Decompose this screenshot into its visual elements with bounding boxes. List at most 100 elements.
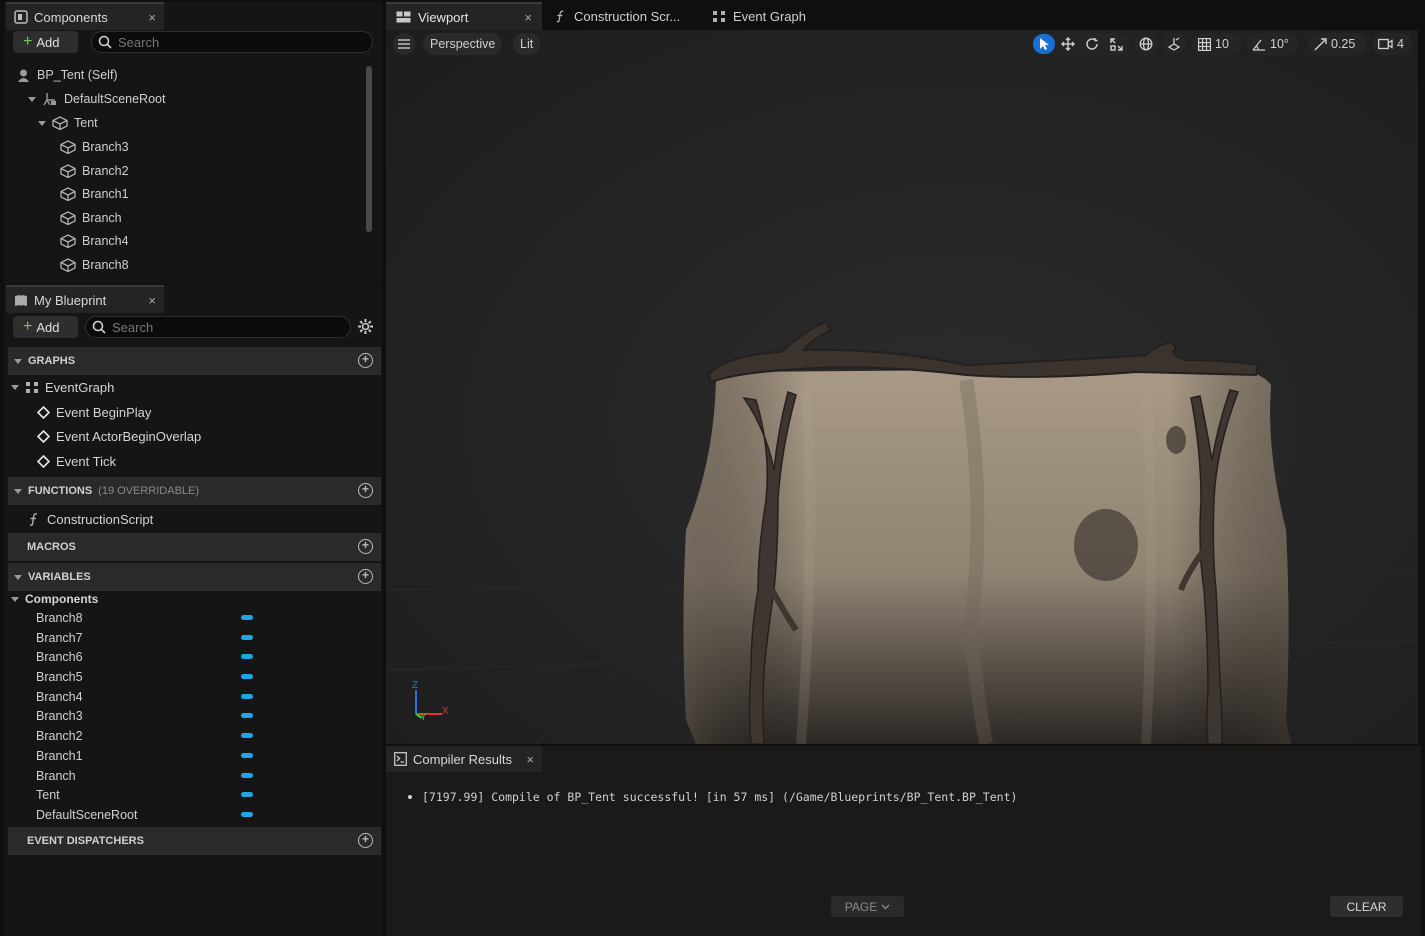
- close-icon[interactable]: ×: [524, 10, 532, 25]
- tree-label: Branch1: [82, 187, 129, 201]
- grid-snap-group[interactable]: 10: [1192, 33, 1242, 55]
- tab-label: Viewport: [418, 9, 469, 25]
- event-dispatchers-section-header[interactable]: EVENT DISPATCHERS +: [8, 827, 381, 855]
- chevron-down-icon[interactable]: [11, 596, 19, 602]
- rotation-snap-group[interactable]: 10°: [1246, 33, 1298, 55]
- function-label: ConstructionScript: [47, 511, 154, 527]
- variable-label: Branch6: [36, 649, 83, 664]
- variable-item[interactable]: Branch3: [36, 706, 266, 725]
- add-function-icon[interactable]: +: [358, 483, 373, 498]
- page-label: PAGE: [844, 899, 878, 914]
- view-mode-button[interactable]: Lit: [513, 33, 541, 55]
- add-dispatcher-icon[interactable]: +: [358, 833, 373, 848]
- rotate-tool[interactable]: [1081, 34, 1103, 54]
- axis-y-label: Y: [420, 712, 427, 723]
- close-icon[interactable]: ×: [526, 752, 534, 767]
- tree-item-branch[interactable]: Branch3: [60, 136, 129, 158]
- variable-item[interactable]: DefaultSceneRoot: [36, 805, 266, 824]
- close-icon[interactable]: ×: [148, 10, 156, 25]
- tree-label: BP_Tent (Self): [37, 68, 118, 82]
- world-space-button[interactable]: [1137, 34, 1155, 54]
- event-item[interactable]: Event BeginPlay: [37, 401, 151, 423]
- event-item[interactable]: Event ActorBeginOverlap: [37, 425, 201, 447]
- add-member-button[interactable]: + Add: [13, 316, 78, 338]
- tree-item-branch[interactable]: Branch4: [60, 230, 129, 252]
- tree-item-branch[interactable]: Branch2: [60, 160, 129, 182]
- variable-group-components[interactable]: Components: [11, 588, 98, 610]
- tab-viewport[interactable]: Viewport ×: [386, 2, 542, 30]
- viewport-options-button[interactable]: [393, 33, 415, 55]
- variable-item[interactable]: Branch5: [36, 667, 266, 686]
- add-macro-icon[interactable]: +: [358, 539, 373, 554]
- add-graph-icon[interactable]: +: [358, 353, 373, 368]
- tree-item-bp-tent-self[interactable]: BP_Tent (Self): [16, 64, 118, 86]
- variables-section-header[interactable]: VARIABLES +: [8, 563, 381, 591]
- variable-item[interactable]: Branch: [36, 766, 266, 785]
- variable-item[interactable]: Branch8: [36, 608, 266, 627]
- gear-icon[interactable]: [357, 318, 374, 335]
- actor-icon: [16, 68, 31, 83]
- chevron-down-icon[interactable]: [28, 96, 36, 102]
- tab-construction-script[interactable]: Construction Scr...: [544, 2, 699, 30]
- chevron-down-icon[interactable]: [38, 120, 46, 126]
- tree-item-branch[interactable]: Branch1: [60, 183, 129, 205]
- overridable-count: (19 OVERRIDABLE): [98, 485, 200, 497]
- components-icon: [14, 10, 28, 24]
- translate-tool[interactable]: [1057, 34, 1079, 54]
- add-variable-icon[interactable]: +: [358, 569, 373, 584]
- clear-button[interactable]: CLEAR: [1330, 896, 1403, 917]
- variable-item[interactable]: Tent: [36, 785, 266, 804]
- select-tool[interactable]: [1033, 34, 1055, 54]
- graphs-section-header[interactable]: GRAPHS +: [8, 347, 381, 375]
- compiler-message: [7197.99] Compile of BP_Tent successful!…: [408, 790, 1017, 804]
- tab-components[interactable]: Components ×: [6, 2, 164, 30]
- components-search-input[interactable]: Search: [91, 31, 373, 53]
- variable-item[interactable]: Branch6: [36, 647, 266, 666]
- variable-label: DefaultSceneRoot: [36, 807, 138, 822]
- perspective-button[interactable]: Perspective: [423, 33, 503, 55]
- static-mesh-icon: [60, 258, 76, 272]
- tree-item-branch[interactable]: Branch8: [60, 254, 129, 276]
- function-item-construction-script[interactable]: ConstructionScript: [27, 508, 153, 530]
- tree-item-branch[interactable]: Branch: [60, 207, 122, 229]
- variable-label: Branch: [36, 768, 76, 783]
- variable-item[interactable]: Branch7: [36, 628, 266, 647]
- blueprint-search-input[interactable]: Search: [85, 316, 351, 338]
- scale-tool[interactable]: [1105, 34, 1127, 54]
- static-mesh-icon: [60, 140, 76, 154]
- chevron-down-icon[interactable]: [14, 358, 22, 364]
- components-scrollbar[interactable]: [366, 66, 372, 232]
- variable-label: Branch1: [36, 748, 83, 763]
- graph-item-eventgraph[interactable]: EventGraph: [11, 376, 114, 398]
- search-icon: [98, 35, 112, 49]
- close-icon[interactable]: ×: [148, 293, 156, 308]
- angle-icon: [1252, 38, 1266, 51]
- world-local-toggle: [1134, 33, 1158, 55]
- section-title: GRAPHS: [28, 355, 76, 367]
- macros-section-header[interactable]: MACROS +: [8, 533, 381, 561]
- variable-type-pill: [241, 713, 253, 718]
- viewport-3d[interactable]: [386, 30, 1418, 744]
- tree-item-default-scene-root[interactable]: DefaultSceneRoot: [28, 88, 165, 110]
- viewport-scene: [386, 320, 1418, 744]
- variable-item[interactable]: Branch4: [36, 687, 266, 706]
- chevron-down-icon[interactable]: [11, 384, 19, 390]
- page-dropdown[interactable]: PAGE: [831, 896, 904, 917]
- functions-section-header[interactable]: FUNCTIONS (19 OVERRIDABLE) +: [8, 477, 381, 505]
- chevron-down-icon[interactable]: [14, 574, 22, 580]
- scale-snap-group[interactable]: 0.25: [1308, 33, 1366, 55]
- chevron-down-icon[interactable]: [14, 488, 22, 494]
- tree-item-tent[interactable]: Tent: [38, 112, 98, 134]
- camera-speed-group[interactable]: 4: [1372, 33, 1412, 55]
- plus-icon: +: [23, 318, 33, 335]
- variable-item[interactable]: Branch1: [36, 746, 266, 765]
- variable-label: Branch3: [36, 708, 83, 723]
- tab-compiler-results[interactable]: Compiler Results ×: [386, 746, 542, 772]
- tab-event-graph[interactable]: Event Graph: [702, 2, 832, 30]
- add-label: Add: [36, 34, 60, 50]
- tab-my-blueprint[interactable]: My Blueprint ×: [6, 285, 164, 313]
- event-item[interactable]: Event Tick: [37, 450, 116, 472]
- variable-item[interactable]: Branch2: [36, 726, 266, 745]
- surface-snap-button[interactable]: [1165, 34, 1183, 54]
- add-component-button[interactable]: + Add: [13, 31, 78, 53]
